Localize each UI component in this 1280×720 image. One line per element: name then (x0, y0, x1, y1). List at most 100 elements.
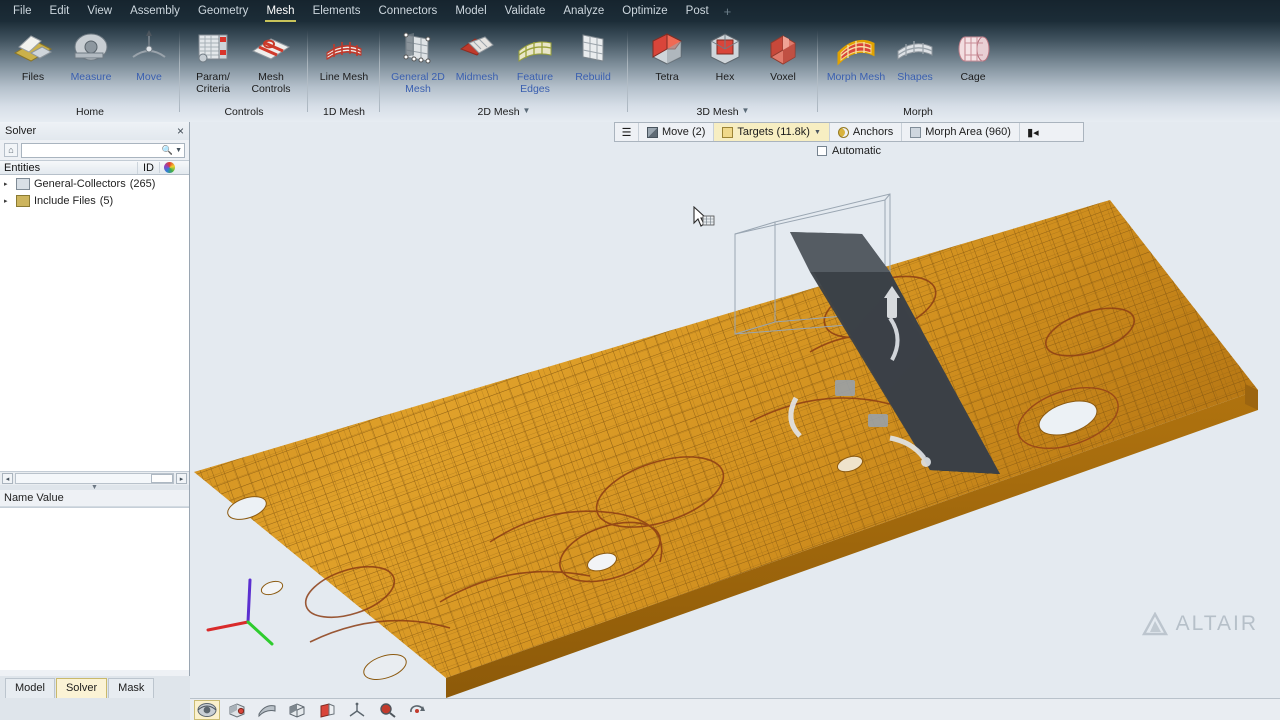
home-icon[interactable]: ⌂ (4, 143, 18, 157)
fe-model-render[interactable] (190, 122, 1280, 698)
search-input[interactable]: 🔍 ▼ (21, 142, 185, 158)
ribbon-button-morph-mesh[interactable]: Morph Mesh (826, 26, 886, 84)
collapse-right-icon[interactable]: ▮◂ (1020, 123, 1046, 141)
visualization-icon[interactable] (194, 699, 220, 720)
zoom-icon[interactable] (374, 700, 400, 720)
morph-command-bar: ☰ Move (2) Targets (11.8k) ▼ Anchors Mor… (614, 122, 1084, 142)
general-2d-mesh-icon (395, 26, 441, 70)
graphics-viewport[interactable]: ☰ Move (2) Targets (11.8k) ▼ Anchors Mor… (190, 122, 1280, 698)
scrollbar-thumb[interactable] (151, 474, 173, 483)
pointer-cursor (693, 206, 715, 227)
tree-row-include-files[interactable]: ▸ Include Files (5) (0, 192, 189, 209)
section-cut-icon[interactable] (314, 700, 340, 720)
cmd-button-targets[interactable]: Targets (11.8k) ▼ (714, 123, 830, 141)
ribbon-group-home: Files Measure Move Home (0, 22, 180, 122)
color-wheel-icon[interactable] (159, 162, 179, 173)
ribbon-group-title-controls: Controls (180, 106, 308, 118)
cmd-button-morph-area[interactable]: Morph Area (960) (902, 123, 1020, 141)
cmd-label-morph-area: Morph Area (960) (925, 126, 1011, 138)
chevron-down-icon[interactable]: ▼ (175, 147, 182, 154)
add-tab-button[interactable]: + (718, 2, 738, 21)
altair-watermark: ALTAIR (1141, 612, 1258, 636)
menu-item-model[interactable]: Model (446, 2, 495, 21)
ribbon-group-title-morph-text: Morph (903, 106, 933, 118)
midmesh-icon (454, 26, 500, 70)
ribbon-button-rebuild[interactable]: Rebuild (564, 26, 622, 95)
chevron-down-icon-2d[interactable]: ▼ (523, 106, 531, 115)
param-criteria-icon (190, 26, 236, 70)
altair-wordmark: ALTAIR (1175, 612, 1258, 635)
tree-label-include-files: Include Files (34, 194, 96, 207)
cmd-button-anchors[interactable]: Anchors (830, 123, 903, 141)
cmd-button-move[interactable]: Move (2) (639, 123, 715, 141)
ribbon-button-midmesh[interactable]: Midmesh (448, 26, 506, 95)
rotate-icon[interactable] (404, 700, 430, 720)
tab-solver[interactable]: Solver (55, 678, 108, 698)
properties-body[interactable] (0, 507, 189, 670)
menu-item-geometry[interactable]: Geometry (189, 2, 258, 21)
automatic-row: Automatic (614, 143, 1084, 159)
menu-item-elements[interactable]: Elements (304, 2, 370, 21)
menu-item-view[interactable]: View (78, 2, 121, 21)
menu-item-connectors[interactable]: Connectors (370, 2, 447, 21)
expander-icon[interactable]: ▸ (4, 197, 12, 205)
tab-mask[interactable]: Mask (108, 678, 155, 698)
menu-item-edit[interactable]: Edit (41, 2, 79, 21)
ribbon-button-line-mesh[interactable]: Line Mesh (315, 26, 373, 84)
menu-item-validate[interactable]: Validate (496, 2, 555, 21)
menu-item-file[interactable]: File (4, 2, 41, 21)
close-icon[interactable]: × (177, 125, 184, 137)
hamburger-icon[interactable]: ☰ (615, 123, 639, 141)
anchors-icon (837, 126, 849, 138)
axis-triad-icon[interactable] (344, 700, 370, 720)
chevron-down-icon-3d[interactable]: ▼ (742, 106, 750, 115)
view-toolbar (190, 698, 1280, 720)
chevron-down-icon-targets[interactable]: ▼ (814, 129, 821, 136)
feature-edges-icon (512, 26, 558, 70)
cmd-label-anchors: Anchors (852, 126, 894, 138)
rebuild-icon (570, 26, 616, 70)
menu-item-analyze[interactable]: Analyze (554, 2, 613, 21)
ribbon-button-mesh-controls[interactable]: Mesh Controls (242, 26, 300, 95)
menu-item-mesh[interactable]: Mesh (257, 2, 303, 22)
ribbon-group-title-morph: Morph (818, 106, 1018, 118)
ribbon-button-files[interactable]: Files (4, 26, 62, 84)
tree-column-header: Entities ID (0, 160, 189, 175)
ribbon-button-tetra[interactable]: Tetra (638, 26, 696, 84)
ribbon-label-files: Files (21, 71, 45, 83)
surface-icon[interactable] (254, 700, 280, 720)
tree-count-general-collectors: (265) (129, 177, 156, 190)
ribbon-group-title-home: Home (0, 106, 180, 118)
element-display-icon[interactable] (284, 700, 310, 720)
ribbon-button-measure[interactable]: Measure (62, 26, 120, 84)
ribbon-button-feature-edges[interactable]: Feature Edges (506, 26, 564, 95)
entity-tree[interactable]: ▸ General-Collectors (265) ▸ Include Fil… (0, 175, 189, 471)
ribbon-button-shapes[interactable]: Shapes (886, 26, 944, 84)
cmd-label-move: Move (2) (662, 126, 706, 138)
ribbon-label-feature-edges: Feature Edges (516, 71, 554, 95)
ribbon-label-rebuild: Rebuild (575, 71, 611, 83)
tree-row-general-collectors[interactable]: ▸ General-Collectors (265) (0, 175, 189, 192)
scroll-left-icon[interactable]: ◂ (2, 473, 13, 484)
hex-icon (702, 26, 748, 70)
menu-item-assembly[interactable]: Assembly (121, 2, 189, 21)
ribbon-button-voxel[interactable]: Voxel (754, 26, 812, 84)
ribbon-button-param-criteria[interactable]: Param/ Criteria (184, 26, 242, 95)
ribbon-button-general-2d-mesh[interactable]: General 2D Mesh (388, 26, 448, 95)
scroll-right-icon[interactable]: ▸ (176, 473, 187, 484)
horizontal-scrollbar[interactable]: ◂ ▸ (0, 471, 189, 485)
menu-item-post[interactable]: Post (677, 2, 718, 21)
ribbon-label-voxel: Voxel (770, 71, 796, 83)
ribbon-group-title-1d-mesh: 1D Mesh (308, 106, 380, 118)
automatic-checkbox[interactable] (817, 146, 828, 156)
shaded-geometry-icon[interactable] (224, 700, 250, 720)
expander-icon[interactable]: ▸ (4, 180, 12, 188)
tab-model[interactable]: Model (5, 678, 55, 698)
ribbon-toolbar: Files Measure Move Home Param/ Criteria … (0, 22, 1280, 122)
ribbon-button-hex[interactable]: Hex (696, 26, 754, 84)
ribbon-button-move[interactable]: Move (120, 26, 178, 84)
ribbon-label-tetra: Tetra (655, 71, 679, 83)
scrollbar-track[interactable] (15, 473, 174, 484)
menu-item-optimize[interactable]: Optimize (613, 2, 676, 21)
ribbon-button-cage[interactable]: Cage (944, 26, 1002, 84)
